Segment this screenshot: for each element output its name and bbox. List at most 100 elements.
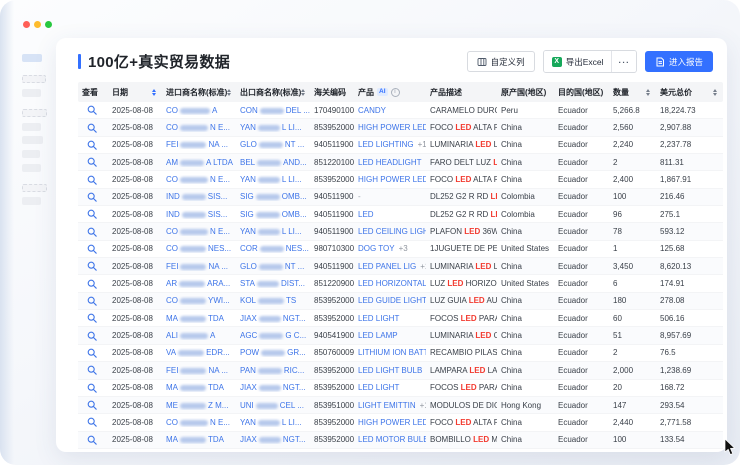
- product-link[interactable]: LED HORIZONTAL: [358, 279, 426, 288]
- cell-exp[interactable]: SIGOMB...: [236, 192, 310, 201]
- product-link[interactable]: LED GUIDE LIGHT T: [358, 296, 426, 305]
- sidebar-item-skeleton[interactable]: [22, 75, 46, 83]
- product-link[interactable]: LIGHT EMITTIN: [358, 401, 416, 410]
- enter-report-button[interactable]: 进入报告: [645, 51, 713, 72]
- cell-imp[interactable]: MATDA: [162, 435, 236, 444]
- magnifier-icon[interactable]: [87, 192, 97, 202]
- cell-imp[interactable]: AMA LTDA: [162, 158, 236, 167]
- cell-exp[interactable]: STADIST...: [236, 279, 310, 288]
- cell-exp[interactable]: JIAXNGT...: [236, 314, 310, 323]
- magnifier-icon[interactable]: [87, 123, 97, 133]
- cell-exp[interactable]: CONDEL ...: [236, 106, 310, 115]
- cell-exp[interactable]: AGCG C...: [236, 331, 310, 340]
- sidebar-item-skeleton[interactable]: [22, 54, 42, 62]
- magnifier-icon[interactable]: [87, 383, 97, 393]
- magnifier-icon[interactable]: [87, 279, 97, 289]
- product-link[interactable]: LED HEADLIGHT: [358, 158, 422, 167]
- magnifier-icon[interactable]: [87, 105, 97, 115]
- close-dot[interactable]: [23, 21, 30, 28]
- product-link[interactable]: LED CEILING LIGHT: [358, 227, 426, 236]
- magnifier-icon[interactable]: [87, 244, 97, 254]
- col-header-view[interactable]: 查看: [78, 87, 108, 98]
- cell-imp[interactable]: ALIA: [162, 331, 236, 340]
- cell-imp[interactable]: FEINA ...: [162, 140, 236, 149]
- cell-exp[interactable]: YANL LI...: [236, 123, 310, 132]
- sort-icon[interactable]: [646, 89, 650, 96]
- cell-exp[interactable]: BELAND...: [236, 158, 310, 167]
- cell-imp[interactable]: MEZ M...: [162, 401, 236, 410]
- sidebar-item-skeleton[interactable]: [22, 150, 40, 158]
- info-icon[interactable]: i: [391, 88, 400, 97]
- cell-imp[interactable]: CONES...: [162, 244, 236, 253]
- magnifier-icon[interactable]: [87, 140, 97, 150]
- col-header-date[interactable]: 日期: [108, 87, 162, 98]
- cell-exp[interactable]: KOLTS: [236, 296, 310, 305]
- product-link[interactable]: LED: [358, 210, 374, 219]
- product-link[interactable]: DOG TOY: [358, 244, 395, 253]
- cell-imp[interactable]: COA: [162, 106, 236, 115]
- cell-imp[interactable]: FEINA ...: [162, 262, 236, 271]
- export-excel-button[interactable]: X 导出Excel: [544, 51, 612, 72]
- cell-imp[interactable]: INDSIS...: [162, 192, 236, 201]
- sort-icon[interactable]: [301, 89, 305, 96]
- magnifier-icon[interactable]: [87, 209, 97, 219]
- cell-exp[interactable]: YANL LI...: [236, 227, 310, 236]
- cell-imp[interactable]: COYWI...: [162, 296, 236, 305]
- product-link[interactable]: LED LIGHT: [358, 314, 399, 323]
- col-header-dest[interactable]: 目的国(地区): [554, 87, 609, 98]
- cell-exp[interactable]: GLONT ...: [236, 140, 310, 149]
- magnifier-icon[interactable]: [87, 400, 97, 410]
- sidebar-item-skeleton[interactable]: [22, 136, 43, 144]
- product-link[interactable]: LED LAMP: [358, 331, 398, 340]
- sort-icon[interactable]: [227, 89, 231, 96]
- product-link[interactable]: HIGH POWER LED F: [358, 123, 426, 132]
- magnifier-icon[interactable]: [87, 331, 97, 341]
- sort-icon[interactable]: [713, 89, 717, 96]
- magnifier-icon[interactable]: [87, 261, 97, 271]
- col-header-exp[interactable]: 出口商名称(标准): [236, 87, 310, 98]
- sidebar-item-skeleton[interactable]: [22, 197, 41, 205]
- magnifier-icon[interactable]: [87, 365, 97, 375]
- cell-exp[interactable]: JIAXNGT...: [236, 383, 310, 392]
- magnifier-icon[interactable]: [87, 157, 97, 167]
- magnifier-icon[interactable]: [87, 435, 97, 445]
- col-header-desc[interactable]: 产品描述: [426, 87, 497, 98]
- col-header-prod[interactable]: 产品AIi: [354, 87, 426, 98]
- col-header-imp[interactable]: 进口商名称(标准): [162, 87, 236, 98]
- cell-imp[interactable]: VAEDR...: [162, 348, 236, 357]
- cell-exp[interactable]: YANL LI...: [236, 175, 310, 184]
- magnifier-icon[interactable]: [87, 348, 97, 358]
- sidebar-item-skeleton[interactable]: [22, 184, 47, 192]
- col-header-hs[interactable]: 海关编码: [310, 87, 354, 98]
- cell-imp[interactable]: INDSIS...: [162, 210, 236, 219]
- col-header-qty[interactable]: 数量: [609, 87, 656, 98]
- product-link[interactable]: LED PANEL LIG: [358, 262, 416, 271]
- cell-exp[interactable]: CORNES...: [236, 244, 310, 253]
- sort-icon[interactable]: [152, 89, 156, 96]
- product-link[interactable]: CANDY: [358, 106, 386, 115]
- magnifier-icon[interactable]: [87, 296, 97, 306]
- minimize-dot[interactable]: [34, 21, 41, 28]
- cell-exp[interactable]: YANL LI...: [236, 418, 310, 427]
- sidebar-item-skeleton[interactable]: [22, 123, 41, 131]
- product-more-count[interactable]: +3: [399, 244, 408, 253]
- cell-imp[interactable]: CON E...: [162, 175, 236, 184]
- zoom-dot[interactable]: [45, 21, 52, 28]
- cell-exp[interactable]: SIGOMB...: [236, 210, 310, 219]
- customize-columns-button[interactable]: 自定义列: [467, 51, 535, 72]
- col-header-origin[interactable]: 原产国(地区): [497, 87, 554, 98]
- cell-exp[interactable]: UNICEL ...: [236, 401, 310, 410]
- sidebar-item-skeleton[interactable]: [22, 164, 41, 172]
- product-link[interactable]: LED MOTOR BULB: [358, 435, 426, 444]
- cell-exp[interactable]: GLONT ...: [236, 262, 310, 271]
- magnifier-icon[interactable]: [87, 313, 97, 323]
- cell-exp[interactable]: JIAXNGT...: [236, 435, 310, 444]
- cell-imp[interactable]: CON E...: [162, 123, 236, 132]
- cell-imp[interactable]: ARARA...: [162, 279, 236, 288]
- product-link[interactable]: HIGH POWER LED F: [358, 175, 426, 184]
- cell-imp[interactable]: FEINA ...: [162, 366, 236, 375]
- cell-imp[interactable]: MATDA: [162, 314, 236, 323]
- col-header-usd[interactable]: 美元总价: [656, 87, 723, 98]
- cell-imp[interactable]: MATDA: [162, 383, 236, 392]
- product-more-count[interactable]: +1: [418, 140, 426, 149]
